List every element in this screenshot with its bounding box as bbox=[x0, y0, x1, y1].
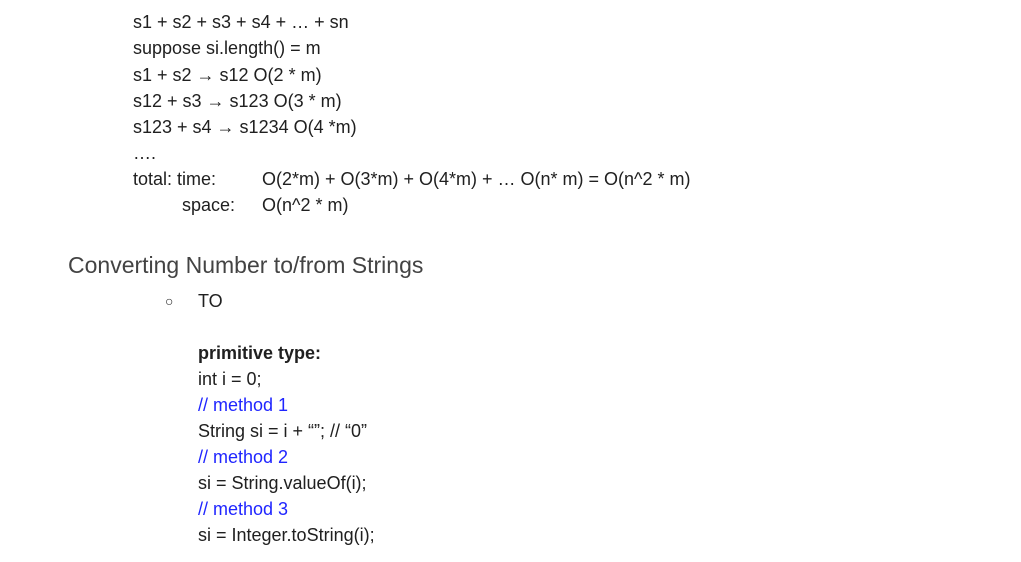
code-comment: // method 2 bbox=[198, 447, 289, 467]
step-line-3: s123 + s4 → s1234 O(4 *m) bbox=[133, 117, 357, 137]
space-value: O(n^2 * m) bbox=[262, 195, 349, 215]
code-line: si = String.valueOf(i); bbox=[198, 473, 367, 493]
code-comment: // method 1 bbox=[198, 395, 289, 415]
bullet-circle-icon: ○ bbox=[165, 293, 174, 309]
code-line: String si = i + “”; // “0” bbox=[198, 421, 368, 441]
length-assumption-line: suppose si.length() = m bbox=[133, 38, 321, 58]
concat-expression-line: s1 + s2 + s3 + s4 + … + sn bbox=[133, 12, 349, 32]
step-line-2: s12 + s3 → s123 O(3 * m) bbox=[133, 91, 342, 111]
code-title: primitive type: bbox=[198, 343, 322, 363]
step-line-1: s1 + s2 → s12 O(2 * m) bbox=[133, 65, 322, 85]
code-line: si = Integer.toString(i); bbox=[198, 525, 375, 545]
total-time-label: total: time: bbox=[133, 169, 217, 189]
ellipsis-line: …. bbox=[133, 143, 157, 163]
code-comment: // method 3 bbox=[198, 499, 289, 519]
code-line: int i = 0; bbox=[198, 369, 262, 389]
bullet-label: TO bbox=[198, 291, 223, 311]
space-label: space: bbox=[182, 195, 236, 215]
total-time-value: O(2*m) + O(3*m) + O(4*m) + … O(n* m) = O… bbox=[262, 169, 691, 189]
section-heading: Converting Number to/from Strings bbox=[68, 252, 424, 278]
